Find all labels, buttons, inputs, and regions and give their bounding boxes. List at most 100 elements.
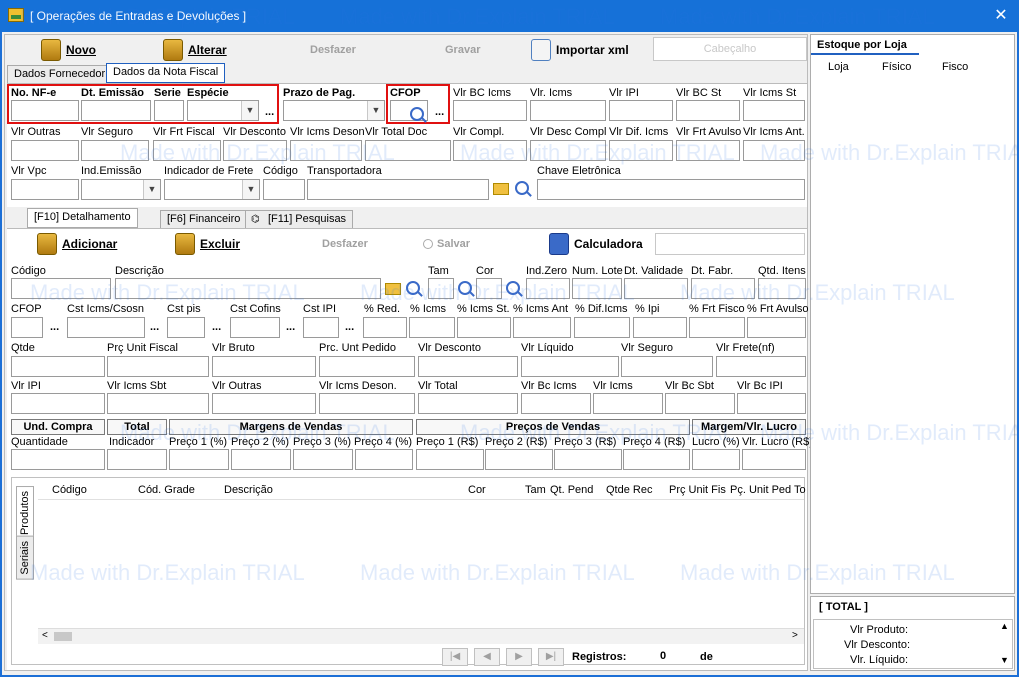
item-num-lote-input[interactable] xyxy=(572,278,622,299)
item-cor-input[interactable] xyxy=(476,278,502,299)
item-prc-unit-fiscal-input[interactable] xyxy=(107,356,209,377)
last-record-icon[interactable]: ▶| xyxy=(538,648,564,666)
item-cst-ipi-ellipsis-button[interactable]: ... xyxy=(345,321,354,333)
transportadora-input[interactable] xyxy=(307,179,489,200)
preco1-rs-input[interactable] xyxy=(416,449,484,470)
item-qtde-input[interactable] xyxy=(11,356,105,377)
item-vlr-icms-deson-input[interactable] xyxy=(319,393,415,414)
vlr-icms-st-input[interactable] xyxy=(743,100,805,121)
vlr-icms-deson-input[interactable] xyxy=(290,140,362,161)
item-vlr-bc-ipi-input[interactable] xyxy=(737,393,806,414)
item-pct-frt-avulso-input[interactable] xyxy=(747,317,806,338)
item-codigo-input[interactable] xyxy=(11,278,111,299)
calculadora-button[interactable]: Calculadora xyxy=(549,231,643,257)
search-icon[interactable] xyxy=(506,281,520,295)
item-vlr-ipi-input[interactable] xyxy=(11,393,105,414)
item-cfop-input[interactable] xyxy=(11,317,43,338)
item-vlr-bruto-input[interactable] xyxy=(212,356,316,377)
item-dt-validade-input[interactable] xyxy=(624,278,688,299)
especie-ellipsis-button[interactable]: ... xyxy=(265,106,274,118)
estoque-tab[interactable]: Estoque por Loja xyxy=(811,35,919,55)
desfazer-button[interactable]: Desfazer xyxy=(310,37,356,63)
tab-produtos[interactable]: Produtos xyxy=(16,486,34,541)
col-qtde-rec[interactable]: Qtde Rec xyxy=(606,484,652,496)
col-pc-unit-ped-to[interactable]: Pç. Unit Ped To xyxy=(730,484,806,496)
excluir-button[interactable]: Excluir xyxy=(175,231,240,257)
novo-button[interactable]: Novo xyxy=(41,37,96,63)
chave-eletronica-input[interactable] xyxy=(537,179,805,200)
preco3-pct-input[interactable] xyxy=(293,449,353,470)
next-record-icon[interactable]: ▶ xyxy=(506,648,532,666)
col-fisico[interactable]: Físico xyxy=(882,61,911,73)
item-pct-red-input[interactable] xyxy=(363,317,407,338)
col-tam[interactable]: Tam xyxy=(525,484,546,496)
tab-dados-nota-fiscal[interactable]: Dados da Nota Fiscal xyxy=(106,63,226,83)
item-cst-pis-ellipsis-button[interactable]: ... xyxy=(212,321,221,333)
quantidade-input[interactable] xyxy=(11,449,105,470)
item-desfazer-button[interactable]: Desfazer xyxy=(322,231,368,257)
item-cst-pis-input[interactable] xyxy=(167,317,205,338)
vlr-total-doc-input[interactable] xyxy=(365,140,451,161)
preco3-rs-input[interactable] xyxy=(554,449,622,470)
prev-record-icon[interactable]: ◀ xyxy=(474,648,500,666)
scroll-thumb[interactable] xyxy=(54,632,72,641)
item-prc-unt-pedido-input[interactable] xyxy=(319,356,415,377)
especie-select[interactable]: ▼ xyxy=(187,100,259,121)
salvar-button[interactable]: Salvar xyxy=(423,231,470,257)
item-vlr-desconto-input[interactable] xyxy=(418,356,518,377)
vlr-frt-avulso-input[interactable] xyxy=(676,140,740,161)
vlr-seguro-input[interactable] xyxy=(81,140,149,161)
item-vlr-icms-sbt-input[interactable] xyxy=(107,393,209,414)
col-codigo[interactable]: Código xyxy=(52,484,87,496)
item-cst-icms-ellipsis-button[interactable]: ... xyxy=(150,321,159,333)
col-fisco[interactable]: Fisco xyxy=(942,61,968,73)
item-vlr-seguro-input[interactable] xyxy=(621,356,713,377)
dt-emissao-input[interactable] xyxy=(81,100,151,121)
item-vlr-frete-nf-input[interactable] xyxy=(716,356,806,377)
vlr-icms-input[interactable] xyxy=(530,100,606,121)
item-qtd-itens-input[interactable] xyxy=(758,278,806,299)
item-vlr-total-input[interactable] xyxy=(418,393,518,414)
item-pct-ipi-input[interactable] xyxy=(633,317,687,338)
item-ind-zero-input[interactable] xyxy=(526,278,570,299)
vlr-compl-input[interactable] xyxy=(453,140,527,161)
item-pct-icms-st-input[interactable] xyxy=(457,317,511,338)
item-descricao-input[interactable] xyxy=(115,278,381,299)
first-record-icon[interactable]: |◀ xyxy=(442,648,468,666)
col-descricao[interactable]: Descrição xyxy=(224,484,273,496)
vlr-icms-ant-input[interactable] xyxy=(743,140,805,161)
transportadora-codigo-input[interactable] xyxy=(263,179,305,200)
tab-financeiro[interactable]: [F6] Financeiro xyxy=(160,210,248,228)
importar-xml-button[interactable]: Importar xml xyxy=(531,37,629,63)
preco4-pct-input[interactable] xyxy=(355,449,413,470)
vlr-desc-compl-input[interactable] xyxy=(530,140,606,161)
vlr-bc-icms-input[interactable] xyxy=(453,100,527,121)
indicador-input[interactable] xyxy=(107,449,167,470)
col-loja[interactable]: Loja xyxy=(828,61,849,73)
search-icon[interactable] xyxy=(410,107,424,121)
item-vlr-liquido-input[interactable] xyxy=(521,356,619,377)
folder-icon[interactable] xyxy=(385,283,401,295)
item-pct-dif-icms-input[interactable] xyxy=(574,317,630,338)
item-pct-icms-input[interactable] xyxy=(409,317,455,338)
vlr-ipi-input[interactable] xyxy=(609,100,673,121)
item-vlr-bc-sbt-input[interactable] xyxy=(665,393,735,414)
indicador-frete-select[interactable]: ▼ xyxy=(164,179,260,200)
close-icon[interactable]: ✕ xyxy=(990,6,1012,26)
cfop-ellipsis-button[interactable]: ... xyxy=(435,106,444,118)
item-vlr-outras-input[interactable] xyxy=(212,393,316,414)
item-cst-cofins-input[interactable] xyxy=(230,317,280,338)
search-icon[interactable] xyxy=(406,281,420,295)
adicionar-button[interactable]: Adicionar xyxy=(37,231,117,257)
chevron-down-icon[interactable]: ▼ xyxy=(1000,655,1009,665)
vlr-outras-input[interactable] xyxy=(11,140,79,161)
col-prc-unit-fis[interactable]: Prç Unit Fis xyxy=(669,484,726,496)
search-icon[interactable] xyxy=(458,281,472,295)
search-icon[interactable] xyxy=(515,181,529,195)
vlr-dif-icms-input[interactable] xyxy=(609,140,673,161)
vlr-desconto-input[interactable] xyxy=(223,140,287,161)
col-qt-pend[interactable]: Qt. Pend xyxy=(550,484,593,496)
tab-pesquisas[interactable]: ⌬ [F11] Pesquisas xyxy=(245,210,354,228)
prazo-pag-select[interactable]: ▼ xyxy=(283,100,385,121)
col-cod-grade[interactable]: Cód. Grade xyxy=(138,484,195,496)
